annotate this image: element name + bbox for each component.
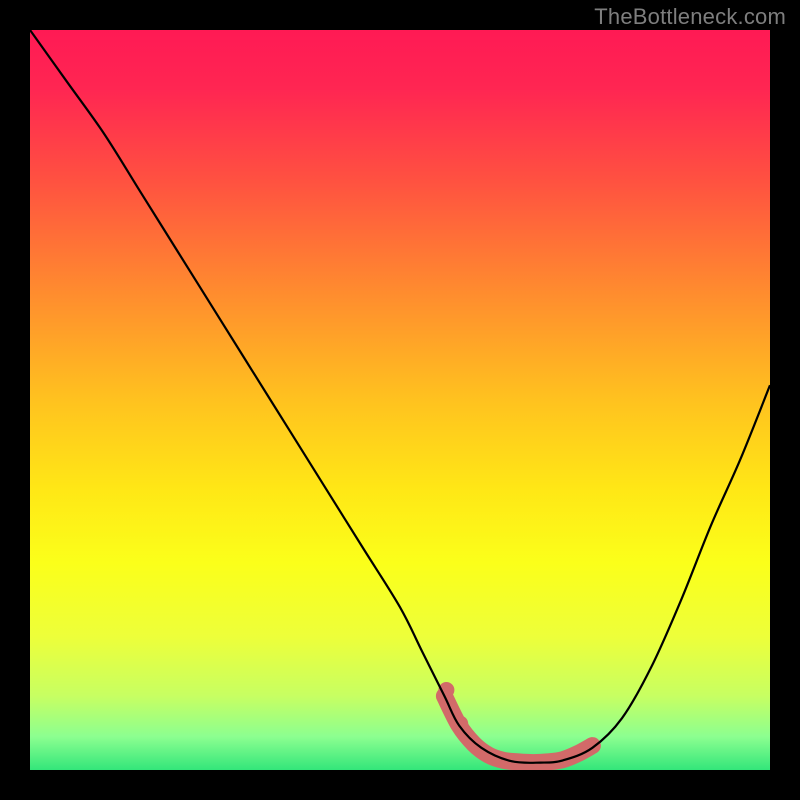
watermark-text: TheBottleneck.com [594,4,786,30]
plot-area [30,30,770,770]
gradient-background [30,30,770,770]
chart-svg [30,30,770,770]
chart-container: TheBottleneck.com [0,0,800,800]
